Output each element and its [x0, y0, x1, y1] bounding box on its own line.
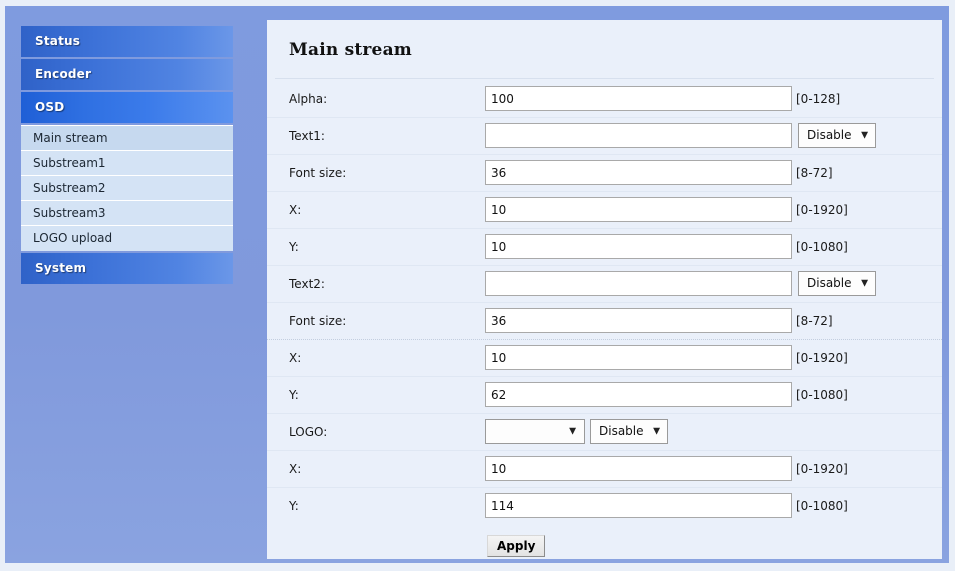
- text2-input[interactable]: [485, 271, 792, 296]
- sidebar-group-system[interactable]: System: [21, 253, 233, 284]
- sidebar-navigation: Status Encoder OSD Main stream Substream…: [21, 26, 233, 286]
- sidebar-item-logo-upload[interactable]: LOGO upload: [21, 226, 233, 251]
- form-row-text1: Text1: Disable ▼: [267, 118, 942, 155]
- hint-text1-font-size: [8-72]: [796, 166, 833, 180]
- page-frame: Status Encoder OSD Main stream Substream…: [0, 0, 955, 570]
- label-text2-x: X:: [289, 351, 302, 365]
- label-text2-y: Y:: [289, 388, 299, 402]
- sidebar-group-encoder[interactable]: Encoder: [21, 59, 233, 90]
- chevron-down-icon: ▼: [861, 278, 868, 288]
- text2-enable-value: Disable: [807, 276, 852, 290]
- logo-x-input[interactable]: [485, 456, 792, 481]
- hint-text1-x: [0-1920]: [796, 203, 848, 217]
- sidebar-item-main-stream-label: Main stream: [33, 131, 108, 145]
- text1-font-size-input[interactable]: [485, 160, 792, 185]
- sidebar-group-osd-label: OSD: [35, 100, 65, 114]
- sidebar-item-substream1-label: Substream1: [33, 156, 106, 170]
- logo-y-input[interactable]: [485, 493, 792, 518]
- form-row-alpha: Alpha: [0-128]: [267, 81, 942, 118]
- text2-x-input[interactable]: [485, 345, 792, 370]
- hint-logo-y: [0-1080]: [796, 499, 848, 513]
- logo-file-select[interactable]: ▼: [485, 419, 585, 444]
- logo-enable-value: Disable: [599, 424, 644, 438]
- sidebar-item-substream2[interactable]: Substream2: [21, 176, 233, 201]
- hint-text2-font-size: [8-72]: [796, 314, 833, 328]
- form-actions: Apply: [267, 525, 942, 571]
- label-text1-font-size: Font size:: [289, 166, 347, 180]
- label-text1-x: X:: [289, 203, 302, 217]
- label-text1-y: Y:: [289, 240, 299, 254]
- apply-button[interactable]: Apply: [487, 535, 546, 557]
- text1-enable-select[interactable]: Disable ▼: [798, 123, 876, 148]
- text1-y-input[interactable]: [485, 234, 792, 259]
- text1-enable-value: Disable: [807, 128, 852, 142]
- text2-y-input[interactable]: [485, 382, 792, 407]
- sidebar-item-substream3[interactable]: Substream3: [21, 201, 233, 226]
- label-alpha: Alpha:: [289, 92, 328, 106]
- label-logo-x: X:: [289, 462, 302, 476]
- label-logo: LOGO:: [289, 425, 328, 439]
- sidebar-group-osd[interactable]: OSD: [21, 92, 233, 123]
- label-text1: Text1:: [289, 129, 325, 143]
- sidebar-group-status[interactable]: Status: [21, 26, 233, 57]
- form-row-text1-x: X: [0-1920]: [267, 192, 942, 229]
- logo-enable-select[interactable]: Disable ▼: [590, 419, 668, 444]
- sidebar-group-status-label: Status: [35, 34, 81, 48]
- title-divider: [275, 78, 934, 79]
- sidebar-group-system-label: System: [35, 261, 87, 275]
- form-row-text2-x: X: [0-1920]: [267, 340, 942, 377]
- hint-logo-x: [0-1920]: [796, 462, 848, 476]
- text1-input[interactable]: [485, 123, 792, 148]
- page-title: Main stream: [289, 40, 412, 60]
- form-row-logo: LOGO: ▼ Disable ▼: [267, 414, 942, 451]
- sidebar-item-main-stream[interactable]: Main stream: [21, 126, 233, 151]
- osd-settings-form: Alpha: [0-128] Text1: Disable ▼ Font siz…: [267, 81, 942, 571]
- body-panel: Status Encoder OSD Main stream Substream…: [5, 6, 949, 563]
- hint-text2-y: [0-1080]: [796, 388, 848, 402]
- text2-font-size-input[interactable]: [485, 308, 792, 333]
- label-logo-y: Y:: [289, 499, 299, 513]
- form-row-text2-y: Y: [0-1080]: [267, 377, 942, 414]
- sidebar-item-substream1[interactable]: Substream1: [21, 151, 233, 176]
- form-row-logo-x: X: [0-1920]: [267, 451, 942, 488]
- hint-text2-x: [0-1920]: [796, 351, 848, 365]
- chevron-down-icon: ▼: [569, 426, 576, 436]
- alpha-input[interactable]: [485, 86, 792, 111]
- sidebar-item-substream3-label: Substream3: [33, 206, 106, 220]
- form-row-text2-font-size: Font size: [8-72]: [267, 303, 942, 340]
- hint-alpha: [0-128]: [796, 92, 841, 106]
- text1-x-input[interactable]: [485, 197, 792, 222]
- sidebar-item-substream2-label: Substream2: [33, 181, 106, 195]
- form-row-text2: Text2: Disable ▼: [267, 266, 942, 303]
- sidebar-submenu-osd: Main stream Substream1 Substream2 Substr…: [21, 125, 233, 251]
- form-row-text1-y: Y: [0-1080]: [267, 229, 942, 266]
- sidebar-item-logo-upload-label: LOGO upload: [33, 231, 113, 245]
- form-row-text1-font-size: Font size: [8-72]: [267, 155, 942, 192]
- text2-enable-select[interactable]: Disable ▼: [798, 271, 876, 296]
- chevron-down-icon: ▼: [861, 130, 868, 140]
- chevron-down-icon: ▼: [653, 426, 660, 436]
- content-panel: Main stream Alpha: [0-128] Text1: Disabl…: [267, 20, 942, 559]
- hint-text1-y: [0-1080]: [796, 240, 848, 254]
- label-text2-font-size: Font size:: [289, 314, 347, 328]
- label-text2: Text2:: [289, 277, 325, 291]
- sidebar-group-encoder-label: Encoder: [35, 67, 92, 81]
- form-row-logo-y: Y: [0-1080]: [267, 488, 942, 525]
